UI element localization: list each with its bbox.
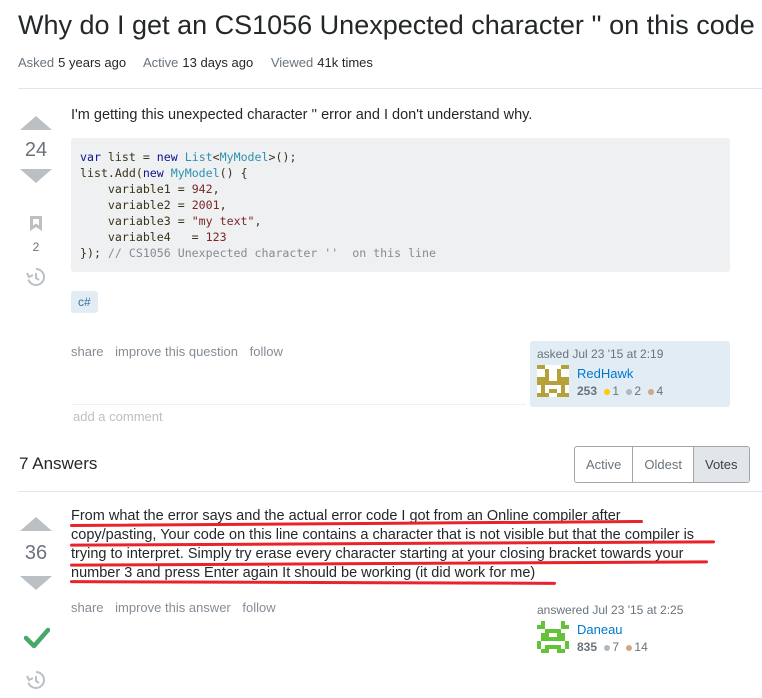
title-divider <box>18 88 762 89</box>
page-title[interactable]: Why do I get an CS1056 Unexpected charac… <box>18 10 755 41</box>
answer-history-icon[interactable] <box>26 670 46 695</box>
viewed-label: Viewed <box>270 55 314 70</box>
answer-bronze-badge-count: 14 <box>634 640 648 654</box>
answer-upvote-arrow-icon[interactable] <box>20 517 52 531</box>
answer-bronze-badge-icon <box>626 644 633 651</box>
answer-post-menu: share improve this answer follow <box>71 600 284 615</box>
owner-reputation: 253 1 2 4 <box>577 384 663 398</box>
accepted-checkmark-icon <box>23 627 51 654</box>
asked-timestamp[interactable]: asked Jul 23 '15 at 2:19 <box>537 347 663 361</box>
reputation-score: 253 <box>577 384 598 398</box>
answers-divider <box>18 491 762 492</box>
comment-divider <box>71 404 526 405</box>
asked-value: 5 years ago <box>58 55 127 70</box>
answer-owner-name[interactable]: Daneau <box>577 622 623 637</box>
active-label: Active <box>142 55 179 70</box>
question-vote-count: 24 <box>24 139 48 161</box>
avatar[interactable] <box>537 365 569 402</box>
answer-owner-card: answered Jul 23 '15 at 2:25 Daneau 835 7… <box>530 597 730 663</box>
tab-active[interactable]: Active <box>575 447 632 482</box>
code-snippet: var list = new List<MyModel>(); list.Add… <box>71 138 730 272</box>
answer-silver-badge-icon <box>604 644 611 651</box>
bookmark-count: 2 <box>32 240 40 254</box>
answer-downvote-arrow-icon[interactable] <box>20 576 52 590</box>
answer-owner-reputation: 835 7 14 <box>577 640 648 654</box>
silver-badge-icon <box>626 388 633 395</box>
tag-csharp[interactable]: c# <box>71 291 98 313</box>
tab-votes[interactable]: Votes <box>692 447 749 482</box>
silver-badge-count: 2 <box>634 384 642 398</box>
answer-share-link[interactable]: share <box>71 600 104 615</box>
code-block: var list = new List<MyModel>(); list.Add… <box>71 138 730 272</box>
highlight-underline <box>69 580 557 585</box>
question-owner-card: asked Jul 23 '15 at 2:19 RedHawk 253 1 2… <box>530 341 730 407</box>
answered-timestamp[interactable]: answered Jul 23 '15 at 2:25 <box>537 603 683 617</box>
question-vote-cell: 24 <box>20 116 56 183</box>
question-meta: Asked 5 years ago Active 13 days ago Viewe… <box>18 55 387 70</box>
viewed-value: 41k times <box>317 55 373 70</box>
downvote-arrow-icon[interactable] <box>20 169 52 183</box>
improve-question-link[interactable]: improve this question <box>115 344 238 359</box>
answer-avatar[interactable] <box>537 621 569 658</box>
gold-badge-count: 1 <box>612 384 620 398</box>
gold-badge-icon <box>604 388 611 395</box>
answer-reputation-score: 835 <box>577 640 598 654</box>
improve-answer-link[interactable]: improve this answer <box>115 600 231 615</box>
tab-oldest[interactable]: Oldest <box>632 447 693 482</box>
asked-label: Asked <box>18 55 55 70</box>
active-value[interactable]: 13 days ago <box>182 55 253 70</box>
bookmark-icon[interactable] <box>30 216 42 236</box>
answer-vote-count: 36 <box>24 542 48 564</box>
question-body: I'm getting this unexpected character ''… <box>71 107 533 123</box>
bronze-badge-icon <box>648 388 655 395</box>
answer-vote-cell: 36 <box>20 517 56 590</box>
upvote-arrow-icon[interactable] <box>20 116 52 130</box>
add-comment-link[interactable]: add a comment <box>73 409 163 424</box>
answers-count: 7 Answers <box>19 454 98 473</box>
share-link[interactable]: share <box>71 344 104 359</box>
answer-silver-badge-count: 7 <box>612 640 620 654</box>
history-icon[interactable] <box>26 267 46 292</box>
bronze-badge-count: 4 <box>656 384 664 398</box>
answer-follow-link[interactable]: follow <box>242 600 275 615</box>
follow-link[interactable]: follow <box>250 344 283 359</box>
question-post-menu: share improve this question follow <box>71 344 291 359</box>
owner-name[interactable]: RedHawk <box>577 366 633 381</box>
answer-sort-tabs: Active Oldest Votes <box>574 446 750 483</box>
